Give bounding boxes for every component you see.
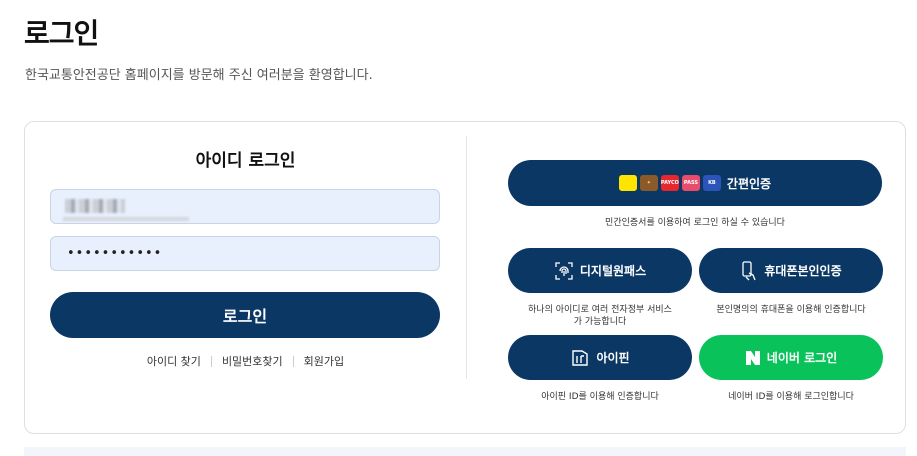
digital-onepass-label: 디지털원패스 — [579, 264, 647, 278]
find-password-link[interactable]: 비밀번호찾기 — [212, 353, 293, 369]
simple-auth-label: 간편인증 — [726, 176, 772, 191]
password-input[interactable] — [50, 236, 440, 271]
cert-provider-logos: kakao ✦ PAYCO PASS KB — [618, 175, 721, 191]
account-links: 아이디 찾기 비밀번호찾기 회원가입 — [25, 353, 466, 369]
digital-onepass-desc-line1: 하나의 아이디로 여러 전자정부 서비스 — [528, 305, 672, 315]
toss-logo-icon: ✦ — [639, 175, 658, 191]
naver-login-button[interactable]: 네이버 로그인 — [699, 335, 883, 380]
digital-onepass-desc: 하나의 아이디로 여러 전자정부 서비스 가 가능합니다 — [508, 304, 692, 328]
login-button[interactable]: 로그인 — [50, 292, 440, 338]
naver-login-desc: 네이버 ID를 이용해 로그인합니다 — [728, 392, 854, 402]
naver-n-icon — [745, 350, 761, 366]
login-card: 아이디 로그인 로그인 아이디 찾기 비밀번호찾기 회원가입 kakao ✦ P… — [24, 121, 906, 434]
simple-auth-desc: 민간인증서를 이용하여 로그인 하실 수 있습니다 — [605, 218, 785, 228]
phone-auth-button[interactable]: 휴대폰본인인증 — [699, 248, 883, 293]
phone-auth-label: 휴대폰본인인증 — [764, 264, 842, 278]
page-subtitle: 한국교통안전공단 홈페이지를 방문해 주신 여러분을 환영합니다. — [25, 68, 373, 83]
vertical-divider — [466, 136, 467, 379]
kakao-logo-icon: kakao — [618, 175, 637, 191]
find-id-link[interactable]: 아이디 찾기 — [137, 353, 211, 369]
ipin-button[interactable]: 아이핀 — [508, 335, 692, 380]
ipin-label: 아이핀 — [596, 351, 630, 365]
digital-onepass-desc-line2: 가 가능합니다 — [573, 317, 627, 327]
ipin-card-icon — [570, 348, 590, 368]
masked-id-text — [65, 199, 125, 213]
id-login-heading: 아이디 로그인 — [195, 151, 296, 171]
fingerprint-icon — [554, 261, 574, 281]
naver-login-label: 네이버 로그인 — [766, 351, 838, 365]
phone-hand-icon — [740, 260, 758, 281]
signup-link[interactable]: 회원가입 — [294, 353, 354, 369]
kb-logo-icon: KB — [702, 175, 721, 191]
bottom-section-edge — [24, 447, 906, 456]
payco-logo-icon: PAYCO — [660, 175, 679, 191]
masked-id-underline — [63, 217, 189, 221]
page-title: 로그인 — [24, 17, 99, 50]
phone-auth-desc: 본인명의의 휴대폰을 이용해 인증합니다 — [716, 305, 866, 315]
digital-onepass-button[interactable]: 디지털원패스 — [508, 248, 692, 293]
ipin-desc: 아이핀 ID를 이용해 인증합니다 — [541, 392, 659, 402]
simple-auth-button[interactable]: kakao ✦ PAYCO PASS KB 간편인증 — [508, 160, 882, 206]
pass-logo-icon: PASS — [681, 175, 700, 191]
